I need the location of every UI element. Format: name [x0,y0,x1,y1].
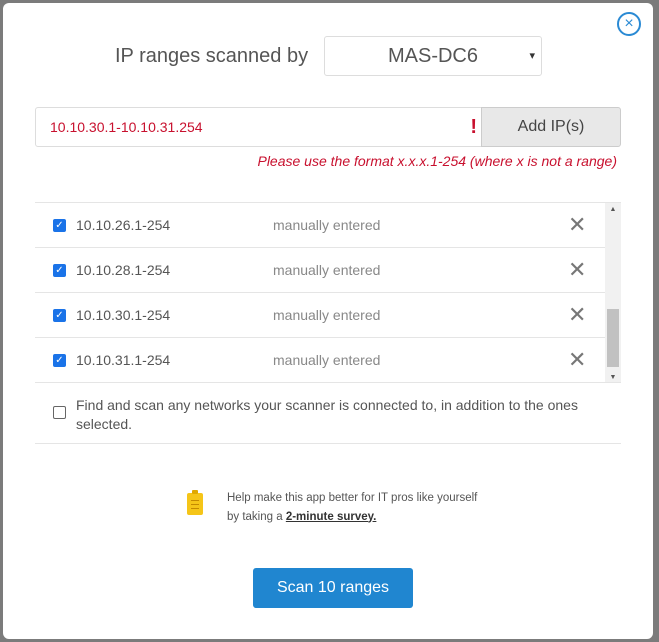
range-checkbox[interactable]: ✓ [53,219,66,232]
range-ip: 10.10.26.1-254 [76,217,171,233]
remove-icon[interactable]: ✕ [568,347,586,373]
scrollbar[interactable]: ▲ ▼ [605,203,621,382]
remove-icon[interactable]: ✕ [568,257,586,283]
ip-range-value: 10.10.30.1-10.10.31.254 [50,119,203,135]
modal-title: IP ranges scanned by [115,45,309,67]
range-ip: 10.10.30.1-254 [76,307,171,323]
ip-ranges-modal: × IP ranges scanned by MAS-DC6 ▾ 10.10.3… [3,3,653,639]
ip-range-list: ✓ 10.10.26.1-254 manually entered ✕ ✓ 10.… [35,202,621,383]
range-row: ✓ 10.10.31.1-254 manually entered ✕ [35,338,621,382]
find-networks-checkbox[interactable] [53,406,66,419]
error-icon: ! [470,116,477,138]
chevron-down-icon: ▾ [529,50,535,62]
range-source: manually entered [273,262,381,278]
remove-icon[interactable]: ✕ [568,212,586,238]
scroll-up-icon[interactable]: ▲ [605,206,621,213]
ip-range-input[interactable]: 10.10.30.1-10.10.31.254 ! [35,107,482,147]
range-checkbox[interactable]: ✓ [53,264,66,277]
scanner-select[interactable]: MAS-DC6 ▾ [324,36,542,76]
range-source: manually entered [273,307,381,323]
clipboard-icon [187,490,203,515]
format-error-message: Please use the format x.x.x.1-254 (where… [257,153,617,169]
range-row: ✓ 10.10.28.1-254 manually entered ✕ [35,248,621,293]
range-checkbox[interactable]: ✓ [53,309,66,322]
range-row: ✓ 10.10.26.1-254 manually entered ✕ [35,203,621,248]
close-icon[interactable]: × [617,12,641,36]
remove-icon[interactable]: ✕ [568,302,586,328]
find-networks-option: Find and scan any networks your scanner … [35,384,621,444]
range-row: ✓ 10.10.30.1-254 manually entered ✕ [35,293,621,338]
scanner-value: MAS-DC6 [387,45,478,67]
scroll-down-icon[interactable]: ▼ [605,374,621,381]
range-source: manually entered [273,217,381,233]
find-networks-label: Find and scan any networks your scanner … [76,397,578,432]
add-ip-button[interactable]: Add IP(s) [481,107,621,147]
range-checkbox[interactable]: ✓ [53,354,66,367]
range-ip: 10.10.28.1-254 [76,262,171,278]
range-ip: 10.10.31.1-254 [76,352,171,368]
scrollbar-thumb[interactable] [607,309,619,367]
scan-button[interactable]: Scan 10 ranges [253,568,413,608]
survey-link[interactable]: 2-minute survey. [286,511,377,523]
range-source: manually entered [273,352,381,368]
